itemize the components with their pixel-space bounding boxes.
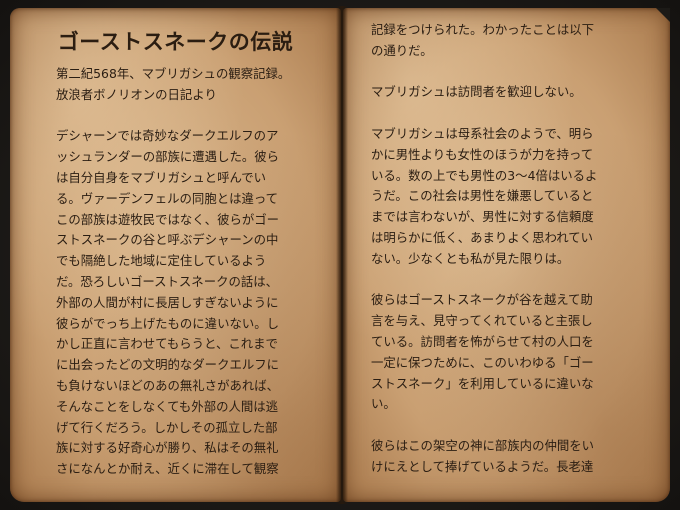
text-line: うだ。この社会は男性を嫌悪していると	[371, 188, 594, 204]
text-line: 記録をつけられた。わかったことは以下	[371, 22, 595, 37]
text-line: かに男性よりも女性のほうが力を持って	[371, 146, 594, 162]
text-line: けにえとして捧げているようだ。長老達	[371, 458, 594, 474]
text-line: マブリガシュは訪問者を歓迎しない。	[371, 84, 582, 100]
text-line: ストスネークの谷と呼ぶデシャーンの中	[56, 232, 279, 248]
text-line: マブリガシュは母系社会のようで、明ら	[371, 126, 594, 141]
page-corner-fold	[656, 8, 670, 22]
text-line: いる。数の上でも男性の3～4倍はいるよ	[371, 167, 598, 183]
text-line: は明らかに低く、あまりよく思われてい	[371, 230, 594, 245]
book-spine	[336, 6, 348, 504]
text-line: かし正直に言わせてもらうと、これまで	[56, 336, 278, 352]
text-line: る。ヴァーデンフェルの同胞とは違って	[56, 190, 279, 206]
text-line: 外部の人間が村に長居しすぎないように	[56, 294, 279, 310]
text-line: ない。少なくとも私が見た限りは。	[371, 250, 570, 266]
text-line: この部族は遊牧民ではなく、彼らがゴー	[56, 211, 280, 227]
text-line: でも隔絶した地域に定住しているよう	[56, 253, 267, 269]
text-line: 彼らはこの架空の神に部族内の仲間をい	[371, 438, 595, 453]
text-line: ッシュランダーの部族に遭遇した。彼ら	[56, 149, 280, 165]
text-line: さになんとか耐え、近くに滞在して観察	[56, 461, 279, 477]
text-line: 言を与え、見守ってくれていると主張し	[371, 313, 593, 329]
text-line: ている。訪問者を怖がらせて村の人口を	[371, 334, 594, 349]
text-line: だ。恐ろしいゴーストスネークの話は、	[56, 274, 279, 289]
text-line: 彼らがでっち上げたものに違いない。し	[56, 315, 280, 331]
text-line: も負けないほどのあの無礼さがあれば、	[56, 378, 280, 393]
open-book: ゴーストスネークの伝説 第二紀568年、マブリガシュの観察記録。 放浪者ボノリオン…	[0, 0, 680, 510]
text-line: 彼らはゴーストスネークが谷を越えて助	[371, 292, 593, 308]
text-line: の通りだ。	[371, 42, 433, 58]
text-line: までは言わないが、男性に対する信頼度	[371, 209, 594, 225]
text-line: に出会ったどの文明的なダークエルフに	[56, 357, 280, 373]
left-page: ゴーストスネークの伝説 第二紀568年、マブリガシュの観察記録。 放浪者ボノリオン…	[10, 8, 341, 502]
text-line: そんなことをしなくても外部の人間は逃	[56, 398, 279, 414]
text-line: 一定に保つために、このいわゆる「ゴー	[371, 354, 594, 370]
text-line: デシャーンでは奇妙なダークエルフのア	[56, 128, 279, 144]
right-page: 記録をつけられた。わかったことは以下 の通りだ。マブリガシュは訪問者を歓迎しない。…	[343, 8, 670, 502]
text-line: げて行くだろう。しかしその孤立した部	[56, 419, 278, 435]
page-title: ゴーストスネークの伝説	[57, 30, 294, 54]
text-line: は自分自身をマブリガシュと呼んでい	[56, 170, 267, 185]
text-line: 第二紀568年、マブリガシュの観察記録。	[56, 66, 291, 81]
text-line: 放浪者ボノリオンの日記より	[56, 86, 217, 102]
text-line: ストスネーク」を利用しているに違いな	[371, 375, 594, 391]
text-line: 族に対する好奇心が勝り、私はその無礼	[56, 440, 279, 456]
text-line: い。	[371, 396, 396, 412]
